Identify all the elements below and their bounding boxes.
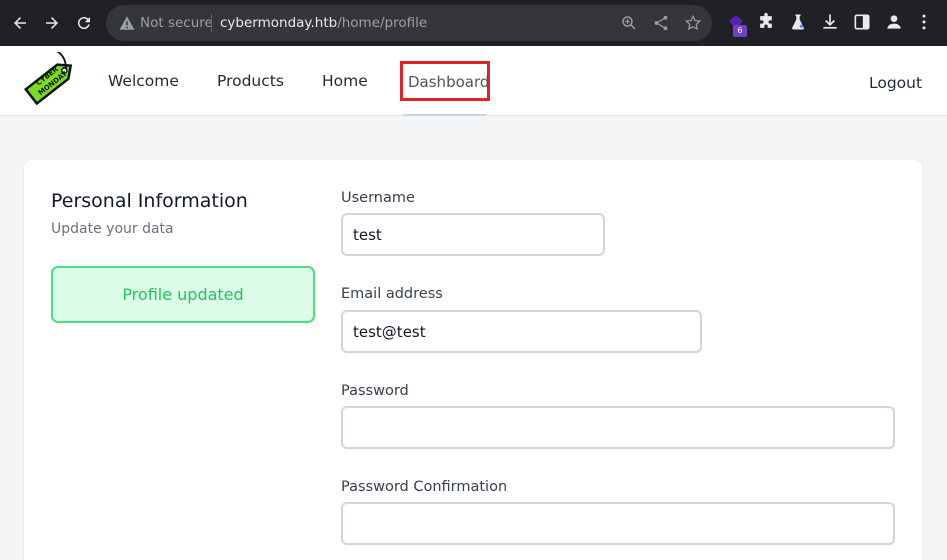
username-input[interactable] bbox=[341, 213, 605, 256]
nav-welcome[interactable]: Welcome bbox=[108, 72, 179, 90]
password-confirmation-input[interactable] bbox=[341, 502, 895, 545]
warning-icon bbox=[119, 16, 135, 30]
email-label: Email address bbox=[341, 286, 443, 302]
arrow-left-icon bbox=[14, 17, 26, 29]
flask-icon[interactable] bbox=[788, 12, 808, 32]
url-path: /home/profile bbox=[337, 15, 428, 31]
nav-products[interactable]: Products bbox=[217, 72, 284, 90]
nav-home[interactable]: Home bbox=[322, 72, 368, 90]
share-icon[interactable] bbox=[652, 14, 670, 32]
cybermonday-logo[interactable]: CYBER MONDAY bbox=[22, 52, 80, 110]
profile-icon[interactable] bbox=[884, 12, 904, 32]
logout-link[interactable]: Logout bbox=[869, 74, 922, 92]
section-subtitle: Update your data bbox=[51, 221, 174, 237]
password-confirmation-label: Password Confirmation bbox=[341, 479, 508, 495]
active-nav-underline bbox=[403, 114, 487, 116]
reload-icon bbox=[77, 17, 90, 30]
side-panel-icon[interactable] bbox=[852, 12, 872, 32]
username-label: Username bbox=[341, 190, 415, 206]
success-alert: Profile updated bbox=[51, 266, 315, 323]
extension-badge: 6 bbox=[733, 25, 747, 37]
password-label: Password bbox=[341, 383, 409, 399]
address-bar[interactable]: Not secure cybermonday.htb/home/profile bbox=[106, 5, 712, 41]
kebab-menu-icon[interactable] bbox=[914, 12, 934, 32]
success-alert-text: Profile updated bbox=[122, 285, 244, 304]
forward-button[interactable] bbox=[40, 11, 64, 35]
nav-dashboard-label: Dashboard bbox=[408, 73, 490, 91]
url-host: cybermonday.htb bbox=[220, 15, 338, 31]
section-title: Personal Information bbox=[51, 190, 248, 212]
reload-button[interactable] bbox=[72, 11, 96, 35]
puzzle-icon[interactable] bbox=[756, 12, 776, 32]
browser-toolbar: Not secure cybermonday.htb/home/profile … bbox=[0, 0, 947, 46]
zoom-icon[interactable] bbox=[620, 14, 638, 32]
email-input[interactable] bbox=[341, 310, 702, 353]
nav-dashboard[interactable]: Dashboard bbox=[400, 61, 490, 101]
star-icon[interactable] bbox=[684, 14, 702, 32]
address-divider bbox=[211, 14, 212, 32]
site-header: CYBER MONDAY Welcome Products Home Dashb… bbox=[0, 46, 947, 116]
back-button[interactable] bbox=[8, 11, 32, 35]
arrow-right-icon bbox=[46, 17, 58, 29]
security-status: Not secure bbox=[140, 15, 213, 31]
password-input[interactable] bbox=[341, 406, 895, 449]
url-text: cybermonday.htb/home/profile bbox=[220, 15, 427, 31]
download-icon[interactable] bbox=[820, 12, 840, 32]
profile-card: Personal Information Update your data Pr… bbox=[24, 160, 922, 560]
